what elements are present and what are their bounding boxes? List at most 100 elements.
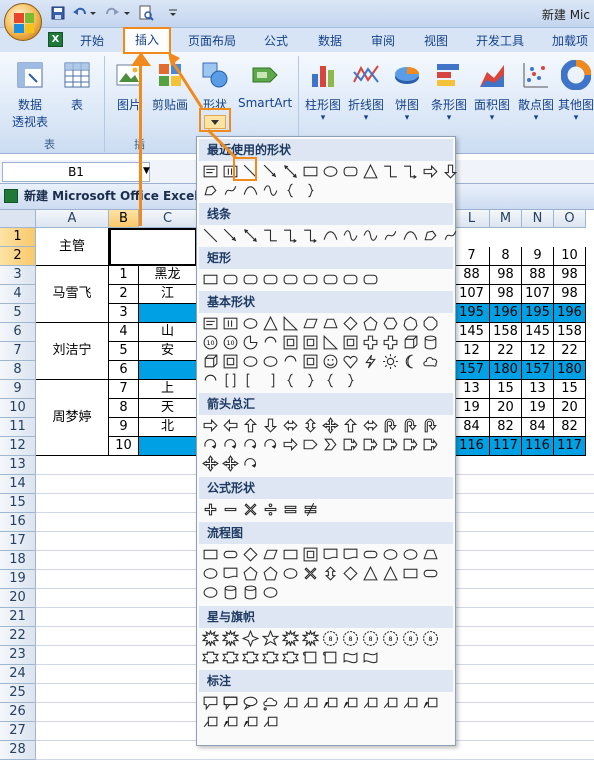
row-header[interactable]: 2 [0,247,36,266]
shape-bracket-icon[interactable] [222,372,239,389]
row-header[interactable]: 12 [0,437,36,456]
shape-uturn-icon[interactable] [422,417,439,434]
scatter-chart-button[interactable]: 散点图 ▾ [514,60,558,123]
row-header[interactable]: 25 [0,684,36,703]
shape-rrect-icon[interactable] [342,163,359,180]
cell-value[interactable]: 82 [490,418,522,437]
shape-seal-icon[interactable]: 8 [382,630,399,647]
shape-brace-icon[interactable] [282,372,299,389]
shape-cube-icon[interactable] [402,334,419,351]
shape-tb-icon[interactable] [202,315,219,332]
shape-star5-icon[interactable] [262,630,279,647]
shape-oval-icon[interactable] [202,565,219,582]
shape-udarr-icon[interactable] [322,565,339,582]
cell-value[interactable]: 158 [490,323,522,342]
shape-lbr-icon[interactable] [242,372,259,389]
shape-ribbon-icon[interactable] [202,649,219,666]
shape-curve-icon[interactable] [242,182,259,199]
shape-doc-icon[interactable] [322,546,339,563]
shape-rbrace-icon[interactable] [302,182,319,199]
shape-rrect-icon[interactable] [342,271,359,288]
shape-seal-icon[interactable]: 8 [362,630,379,647]
shape-line-icon[interactable] [202,227,219,244]
shape-bolt-icon[interactable] [362,353,379,370]
row-header[interactable]: 14 [0,475,36,494]
column-chart-dropdown-icon[interactable]: ▾ [302,113,344,123]
pie-chart-dropdown-icon[interactable]: ▾ [388,113,426,123]
shape-seal-icon[interactable]: 8 [342,630,359,647]
shape-plus-icon[interactable] [362,334,379,351]
shape-rrect-icon[interactable] [362,271,379,288]
shape-hept-icon[interactable] [402,315,419,332]
shape-eeq-icon[interactable] [282,501,299,518]
column-header-b[interactable]: B [109,210,139,228]
selected-cell-b1[interactable] [109,228,197,266]
shape-frame-icon[interactable] [342,334,359,351]
cell-header-value[interactable]: 10 [554,247,586,266]
cell-subtotal[interactable]: 116 [454,437,490,456]
save-icon[interactable] [50,5,66,21]
row-header[interactable]: 1 [0,228,36,247]
shape-scurve-icon[interactable] [262,182,279,199]
shape-frame-icon[interactable] [302,334,319,351]
shape-rrect-icon[interactable] [242,271,259,288]
shape-scurve-icon[interactable] [362,227,379,244]
shape-oval-icon[interactable] [202,584,219,601]
tab-home[interactable]: 开始 [80,32,104,49]
cell-group-name[interactable]: 马雪飞 [36,266,109,323]
shape-oval-icon[interactable] [262,353,279,370]
row-header[interactable]: 22 [0,627,36,646]
shape-proc-icon[interactable] [282,546,299,563]
shape-oval-icon[interactable] [242,315,259,332]
cell-value[interactable]: 98 [554,285,586,304]
cell-supervisor[interactable]: 主管 [36,228,109,266]
shape-rrect-icon[interactable] [322,271,339,288]
pivot-table-button[interactable]: 数据 透视表 [8,60,52,130]
shape-darrow-icon[interactable] [282,163,299,180]
shape-line1-icon[interactable] [302,694,319,711]
row-header[interactable]: 24 [0,665,36,684]
column-header-m[interactable]: M [490,210,522,228]
cell-region[interactable]: 天 [139,399,197,418]
tab-data[interactable]: 数据 [318,32,342,49]
cell-header-value[interactable]: 7 [454,247,490,266]
shape-dia-icon[interactable] [242,546,259,563]
shape-oval-icon[interactable] [402,546,419,563]
column-header-c[interactable]: C [139,210,197,228]
shape-wave-icon[interactable] [342,649,359,666]
shape-free-icon[interactable] [422,227,439,244]
cell-region[interactable]: 上 [139,380,197,399]
shape-quad-icon[interactable] [222,455,239,472]
cell-value[interactable]: 84 [454,418,490,437]
select-all-corner[interactable] [0,210,36,228]
shape-rbrace-icon[interactable] [302,372,319,389]
shape-pent-icon[interactable] [262,565,279,582]
shape-circarr-icon[interactable] [242,455,259,472]
shape-term-icon[interactable] [362,546,379,563]
cell-index[interactable]: 8 [109,399,139,418]
cell-subtotal[interactable]: 195 [522,304,554,323]
customize-qat-icon[interactable] [168,5,178,21]
shape-frame-icon[interactable] [302,546,319,563]
tab-addins[interactable]: 加载项 [552,32,588,49]
cell-subtotal[interactable] [139,437,197,456]
shape-circ10-icon[interactable]: 10 [202,334,219,351]
column-header-o[interactable]: O [554,210,586,228]
shape-ribbon-icon[interactable] [222,649,239,666]
area-chart-dropdown-icon[interactable]: ▾ [470,113,514,123]
cell-value[interactable]: 22 [554,342,586,361]
redo-dropdown-icon[interactable] [122,5,132,21]
shape-scribble-icon[interactable] [382,227,399,244]
undo-dropdown-icon[interactable] [88,5,98,21]
row-header[interactable]: 23 [0,646,36,665]
shape-eminus-icon[interactable] [222,501,239,518]
cell-index[interactable]: 10 [109,437,139,456]
cell-group-name[interactable]: 刘洁宁 [36,323,109,380]
shape-arrow-icon[interactable] [222,227,239,244]
area-chart-button[interactable]: 面积图 ▾ [470,60,514,123]
shape-curve-icon[interactable] [402,227,419,244]
shape-elbowa-icon[interactable] [402,163,419,180]
shape-tri-icon[interactable] [362,565,379,582]
shape-trap-icon[interactable] [322,315,339,332]
print-preview-icon[interactable] [138,5,154,21]
